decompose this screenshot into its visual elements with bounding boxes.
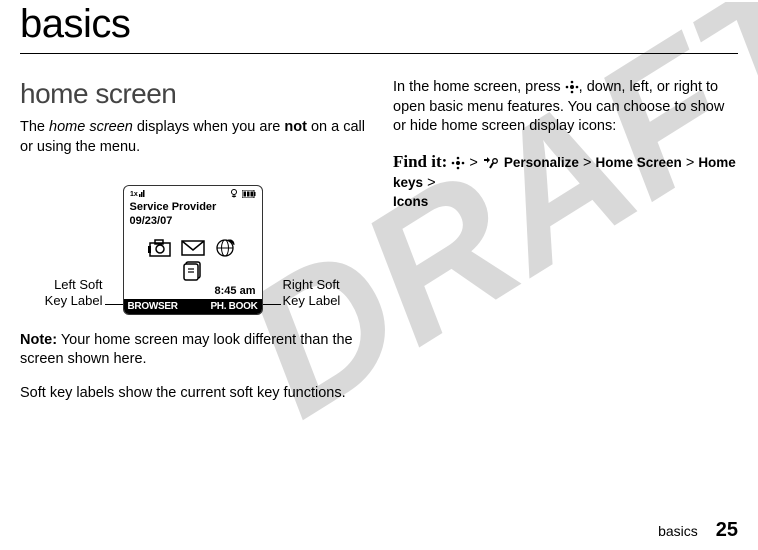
status-bar: 1x — [124, 186, 262, 199]
right-paragraph: In the home screen, press , down, left, … — [393, 78, 738, 137]
battery-icon — [242, 190, 256, 198]
camera-icon — [148, 237, 174, 259]
left-connector — [105, 304, 123, 305]
note-label: Note: — [20, 332, 57, 348]
web-icon — [212, 237, 238, 259]
path-personalize: Personalize — [504, 155, 579, 170]
right-label-line2: Key Label — [283, 293, 341, 308]
gt-2: > — [583, 155, 591, 171]
signal-icon: 1x — [130, 188, 146, 199]
dpad-icon-2 — [451, 156, 465, 170]
softkey-left: BROWSER — [128, 301, 178, 312]
softkey-bar: BROWSER PH. BOOK — [124, 299, 262, 314]
phone-provider-block: Service Provider 09/23/07 — [124, 199, 262, 229]
gt-3: > — [686, 155, 694, 171]
page-title: basics — [20, 2, 738, 47]
tools-icon — [482, 156, 500, 170]
left-label-line2: Key Label — [45, 293, 103, 308]
gt-4: > — [427, 175, 435, 191]
path-icons: Icons — [393, 194, 428, 209]
book-icon — [180, 259, 206, 281]
left-softkey-label: Left Soft Key Label — [27, 277, 103, 314]
softkey-desc: Soft key labels show the current soft ke… — [20, 384, 365, 404]
right-connector — [263, 304, 281, 305]
intro-paragraph: The home screen displays when you are no… — [20, 118, 365, 157]
alert-icon — [229, 189, 239, 199]
right-label-line1: Right Soft — [283, 277, 340, 292]
left-column: home screen The home screen displays whe… — [20, 78, 365, 417]
intro-text-a: The — [20, 119, 49, 135]
time-text: 8:45 am — [124, 281, 262, 299]
phone-illustration: Left Soft Key Label 1x — [20, 185, 365, 315]
title-rule — [20, 53, 738, 54]
right-softkey-label: Right Soft Key Label — [283, 277, 359, 314]
intro-text-d: not — [284, 119, 307, 135]
footer-text: basics — [658, 523, 698, 539]
dpad-icon — [565, 80, 579, 94]
date-text: 09/23/07 — [130, 215, 256, 229]
svg-text:1x: 1x — [130, 191, 138, 198]
provider-text: Service Provider — [130, 201, 256, 215]
page-number: 25 — [716, 519, 738, 542]
left-label-line1: Left Soft — [54, 277, 102, 292]
softkey-right: PH. BOOK — [210, 301, 257, 312]
phone-screen: 1x Service Provider 09/23/07 — [123, 185, 263, 315]
note-paragraph: Note: Your home screen may look differen… — [20, 331, 365, 370]
find-it-line: Find it: > Personalize > Home Screen > H… — [393, 151, 738, 213]
intro-text-c: displays when you are — [133, 119, 285, 135]
intro-text-b: home screen — [49, 119, 133, 135]
section-heading: home screen — [20, 78, 365, 110]
right-p1a: In the home screen, press — [393, 79, 565, 95]
path-home-screen: Home Screen — [595, 155, 681, 170]
gt-1: > — [469, 155, 477, 171]
page-footer: basics 25 — [658, 519, 738, 542]
note-text: Your home screen may look different than… — [20, 332, 353, 368]
status-right — [229, 189, 256, 199]
phone-menu-icons — [124, 237, 262, 281]
envelope-icon — [180, 237, 206, 259]
right-column: In the home screen, press , down, left, … — [393, 78, 738, 417]
find-it-label: Find it: — [393, 152, 447, 171]
